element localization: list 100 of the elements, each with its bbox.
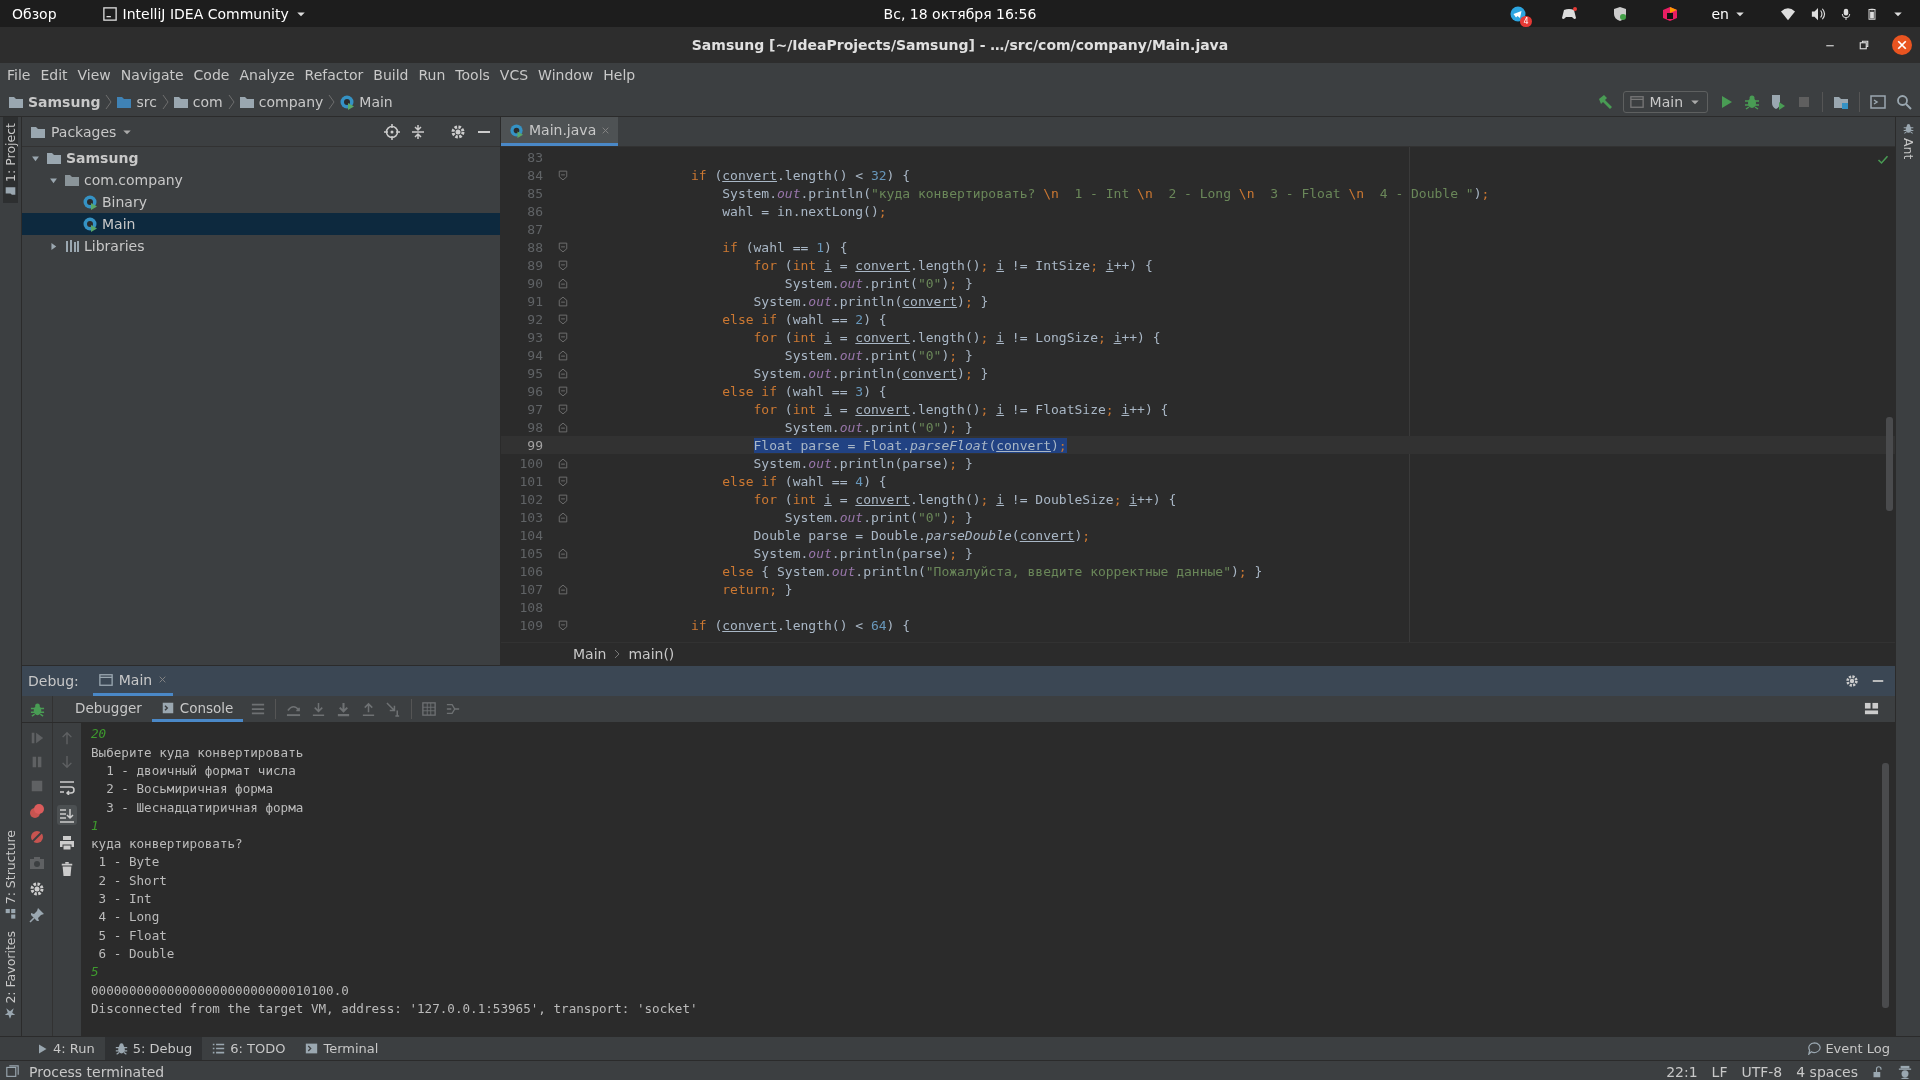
class-icon bbox=[82, 216, 98, 232]
bug-icon[interactable] bbox=[29, 701, 45, 717]
code-line: wahl = in.nextLong(); bbox=[721, 203, 887, 219]
shield-play-icon[interactable] bbox=[1770, 93, 1786, 110]
tool-window-tab[interactable]: Terminal bbox=[295, 1037, 389, 1060]
fold-icon bbox=[558, 619, 568, 631]
menu-item[interactable]: Analyze bbox=[234, 67, 300, 83]
keyboard-layout-menu[interactable]: en bbox=[1711, 5, 1746, 22]
menu-item[interactable]: Run bbox=[413, 67, 451, 83]
menu-item[interactable]: Code bbox=[188, 67, 235, 83]
line-number: 83 bbox=[526, 149, 543, 165]
search-icon[interactable] bbox=[1896, 93, 1912, 110]
restore-icon[interactable] bbox=[1858, 39, 1870, 51]
printer-icon[interactable] bbox=[59, 835, 75, 852]
cube-icon[interactable] bbox=[1661, 5, 1678, 22]
trash-icon[interactable] bbox=[60, 861, 74, 878]
line-number: 96 bbox=[526, 383, 543, 399]
menu-item[interactable]: VCS bbox=[494, 67, 534, 83]
breadcrumb[interactable]: src bbox=[136, 93, 157, 110]
window-icon bbox=[98, 672, 113, 687]
file-encoding[interactable]: UTF-8 bbox=[1741, 1063, 1783, 1080]
menu-item[interactable]: Help bbox=[598, 67, 641, 83]
tree-item[interactable]: com.company bbox=[22, 169, 500, 191]
soft-wrap-icon[interactable] bbox=[59, 779, 75, 796]
square-icon[interactable] bbox=[6, 1065, 19, 1078]
event-log-button[interactable]: Event Log bbox=[1808, 1037, 1920, 1060]
tree-item[interactable]: Binary bbox=[22, 191, 500, 213]
menu-item[interactable]: Tools bbox=[450, 67, 495, 83]
close-icon[interactable] bbox=[1892, 35, 1912, 55]
run-configuration-dropdown[interactable]: Main bbox=[1622, 90, 1708, 113]
breadcrumb[interactable]: com bbox=[192, 93, 223, 110]
terminal-icon[interactable] bbox=[1870, 93, 1886, 110]
ant-tool-tab[interactable]: Ant bbox=[1900, 117, 1916, 166]
app-menu[interactable]: IntelliJ IDEA Community bbox=[102, 5, 307, 22]
line-separator[interactable]: LF bbox=[1711, 1063, 1728, 1080]
pin-icon[interactable] bbox=[29, 907, 45, 924]
menu-item[interactable]: Edit bbox=[35, 67, 73, 83]
menu-item[interactable]: Refactor bbox=[299, 67, 369, 83]
folder-icon bbox=[5, 185, 16, 197]
layout-icon[interactable] bbox=[1864, 701, 1879, 717]
tool-window-tab[interactable]: 2: Favorites bbox=[3, 925, 18, 1026]
speaker-icon[interactable] bbox=[1810, 6, 1826, 21]
fold-icon bbox=[558, 241, 568, 253]
breadcrumb[interactable]: company bbox=[258, 93, 324, 110]
tool-window-tab[interactable]: 7: Structure bbox=[3, 824, 18, 926]
console-line: 5 bbox=[91, 963, 100, 982]
gamepad-icon[interactable] bbox=[1559, 5, 1578, 22]
collapse-icon[interactable] bbox=[410, 123, 426, 140]
activities-button[interactable]: Обзор bbox=[12, 5, 57, 22]
project-tool-tab[interactable]: 1: Project bbox=[3, 117, 18, 203]
debug-tab[interactable]: Debugger bbox=[65, 696, 152, 723]
panel-title: Debug: bbox=[28, 672, 79, 692]
library-icon bbox=[64, 238, 80, 254]
tree-item[interactable]: Libraries bbox=[22, 235, 500, 257]
menu-item[interactable]: View bbox=[72, 67, 116, 83]
tool-window-tab[interactable]: 6: TODO bbox=[202, 1037, 296, 1060]
console-line: 1 - двоичный формат числа bbox=[105, 762, 297, 780]
settings-icon[interactable] bbox=[1845, 674, 1859, 689]
scrollbar[interactable] bbox=[1882, 763, 1889, 1009]
line-number: 84 bbox=[526, 167, 543, 183]
crosshair-icon[interactable] bbox=[384, 123, 400, 140]
editor-tab[interactable]: Main.java bbox=[501, 117, 619, 146]
wifi-icon[interactable] bbox=[1780, 6, 1796, 21]
paper-plane-icon[interactable] bbox=[1509, 5, 1526, 22]
clock[interactable]: Вс, 18 октября 16:56 bbox=[883, 5, 1037, 22]
mute-breakpoints-icon[interactable] bbox=[29, 829, 45, 846]
scrollbar[interactable] bbox=[1886, 417, 1893, 511]
inspector-icon[interactable] bbox=[1898, 1064, 1912, 1079]
notification-badge: 4 bbox=[1520, 15, 1532, 27]
code-line: else { System.out.println("Пожалуйста, введите корректные данные"); } bbox=[721, 563, 1263, 579]
line-number: 95 bbox=[526, 365, 543, 381]
chevron-icon bbox=[226, 93, 235, 110]
console-line: 4 - Long bbox=[97, 908, 161, 927]
breadcrumb[interactable]: Main bbox=[573, 646, 607, 663]
shield-icon[interactable] bbox=[1611, 5, 1628, 22]
menu-item[interactable]: Navigate bbox=[115, 67, 189, 83]
breadcrumb[interactable]: Samsung bbox=[28, 93, 101, 110]
lock-icon[interactable] bbox=[1872, 1064, 1884, 1079]
tool-window-tab[interactable]: 5: Debug bbox=[104, 1037, 203, 1060]
menu-item[interactable]: File bbox=[2, 67, 36, 83]
bug-icon[interactable] bbox=[1744, 93, 1760, 110]
menu-item[interactable]: Window bbox=[533, 67, 599, 83]
fold-icon bbox=[558, 583, 568, 595]
menu-item[interactable]: Build bbox=[368, 67, 414, 83]
tree-item[interactable]: Main bbox=[22, 213, 500, 235]
code-line: System.out.println(parse); } bbox=[752, 545, 973, 561]
breadcrumb[interactable]: main() bbox=[628, 646, 675, 663]
settings-icon[interactable] bbox=[29, 881, 45, 898]
settings-icon[interactable] bbox=[450, 123, 466, 140]
console-line: 20 bbox=[91, 725, 108, 744]
indent-setting[interactable]: 4 spaces bbox=[1796, 1063, 1858, 1080]
breakpoints-icon[interactable] bbox=[29, 803, 45, 820]
tree-item[interactable]: Samsung bbox=[22, 147, 500, 169]
view-dropdown[interactable]: Packages bbox=[30, 123, 374, 140]
caret-position[interactable]: 22:1 bbox=[1666, 1063, 1698, 1080]
scroll-to-end-button[interactable] bbox=[57, 805, 77, 826]
hammer-icon[interactable] bbox=[1596, 93, 1613, 110]
debug-session-tab[interactable]: Main bbox=[92, 666, 174, 697]
breadcrumb[interactable]: Main bbox=[359, 93, 393, 110]
tool-window-tab[interactable]: 4: Run bbox=[26, 1037, 105, 1060]
